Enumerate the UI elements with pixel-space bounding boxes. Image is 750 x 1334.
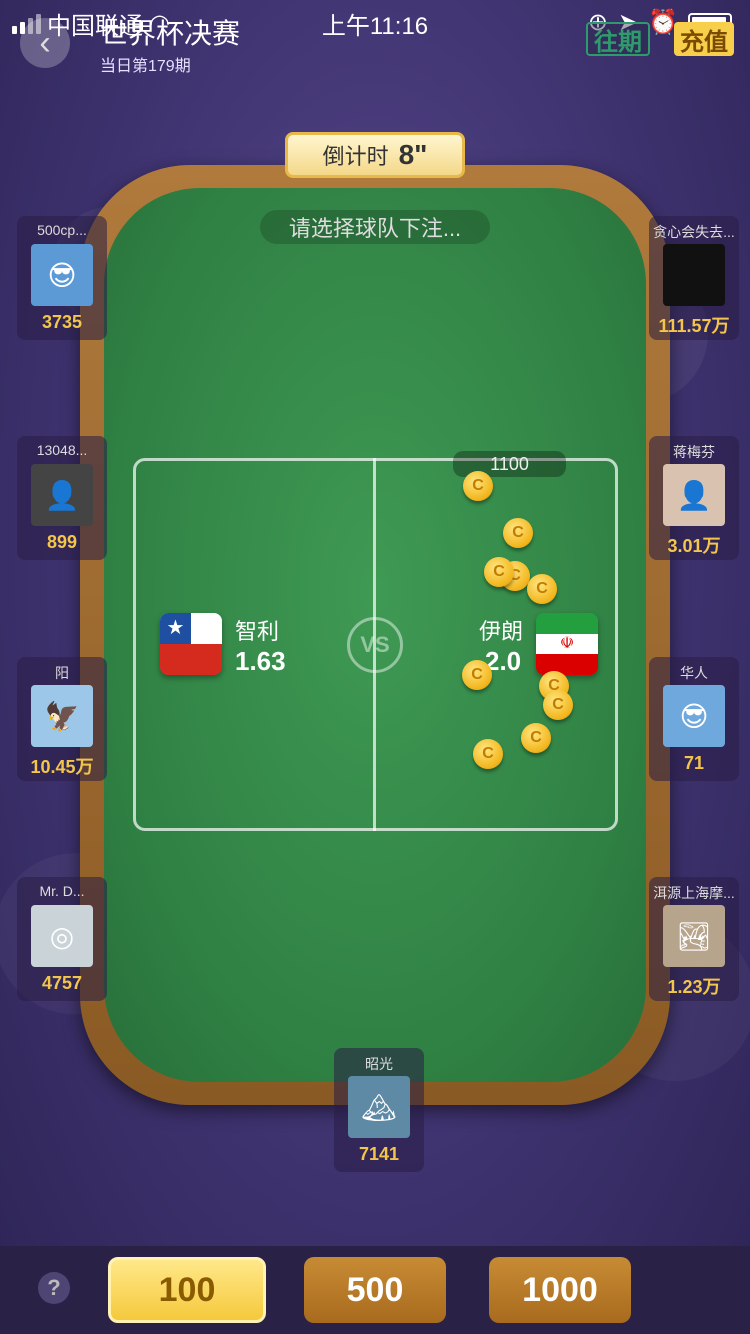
player-coins: 899 bbox=[46, 532, 78, 552]
back-button[interactable]: ‹ bbox=[20, 18, 70, 68]
recharge-button[interactable]: 充值 bbox=[674, 22, 734, 56]
player-seat[interactable]: 13048... 👤 899 bbox=[17, 436, 107, 560]
player-name: 500cp... bbox=[37, 222, 87, 238]
history-button[interactable]: 往期 bbox=[586, 22, 650, 56]
player-seat[interactable]: 华人 😎 71 bbox=[649, 657, 739, 781]
avatar: 👤 bbox=[31, 464, 93, 526]
coin-icon: C bbox=[521, 723, 551, 753]
player-coins: 4757 bbox=[41, 973, 83, 993]
player-name: Mr. D... bbox=[39, 883, 85, 899]
player-coins: 7141 bbox=[358, 1144, 400, 1164]
player-seat[interactable]: Mr. D... ◎ 4757 bbox=[17, 877, 107, 1001]
player-seat[interactable]: 洱源上海摩... 🏞 1.23万 bbox=[649, 877, 739, 1001]
player-coins: 71 bbox=[683, 753, 705, 773]
countdown-timer: 倒计时 8" bbox=[285, 132, 465, 178]
coin-icon: C bbox=[463, 471, 493, 501]
player-coins: 1.23万 bbox=[667, 977, 721, 997]
coin-icon: C bbox=[543, 690, 573, 720]
iran-flag-icon: ☫ bbox=[536, 613, 598, 675]
page-title: 世界杯决赛 bbox=[100, 18, 241, 49]
player-name: 华人 bbox=[680, 665, 708, 681]
player-coins: 3.01万 bbox=[667, 536, 721, 556]
chile-flag-icon: ★ bbox=[160, 613, 222, 675]
coin-icon: C bbox=[484, 557, 514, 587]
player-name: 贪心会失去... bbox=[653, 224, 735, 240]
player-coins: 111.57万 bbox=[658, 316, 730, 336]
countdown-label: 倒计时 bbox=[322, 144, 389, 169]
avatar: 😎 bbox=[31, 244, 93, 306]
player-name: 蒋梅芬 bbox=[673, 444, 715, 460]
player-name: 阳 bbox=[55, 665, 69, 681]
chip-100-button[interactable]: 100 bbox=[108, 1257, 266, 1323]
avatar bbox=[663, 244, 725, 306]
player-coins: 3735 bbox=[41, 312, 83, 332]
left-team-odds: 1.63 bbox=[235, 646, 286, 676]
avatar: 🏞 bbox=[663, 905, 725, 967]
countdown-value: 8" bbox=[398, 139, 428, 170]
avatar: 👤 bbox=[663, 464, 725, 526]
self-player-seat[interactable]: 昭光 🏔 7141 bbox=[334, 1048, 424, 1172]
avatar: 😎 bbox=[663, 685, 725, 747]
left-team-name: 智利 bbox=[235, 619, 280, 644]
player-seat[interactable]: 500cp... 😎 3735 bbox=[17, 216, 107, 340]
chevron-left-icon: ‹ bbox=[39, 23, 51, 62]
player-name: 13048... bbox=[36, 442, 88, 458]
coin-icon: C bbox=[462, 660, 492, 690]
help-button[interactable]: ? bbox=[38, 1272, 70, 1304]
avatar: 🦅 bbox=[31, 685, 93, 747]
player-seat[interactable]: 贪心会失去... 111.57万 bbox=[649, 216, 739, 340]
coin-icon: C bbox=[503, 518, 533, 548]
bet-prompt: 请选择球队下注... bbox=[260, 210, 490, 244]
player-name: 昭光 bbox=[365, 1056, 393, 1072]
coin-icon: C bbox=[527, 574, 557, 604]
right-team-name: 伊朗 bbox=[479, 619, 524, 644]
avatar: 🏔 bbox=[348, 1076, 410, 1138]
player-coins: 10.45万 bbox=[30, 757, 94, 777]
player-seat[interactable]: 阳 🦅 10.45万 bbox=[17, 657, 107, 781]
avatar: ◎ bbox=[31, 905, 93, 967]
player-seat[interactable]: 蒋梅芬 👤 3.01万 bbox=[649, 436, 739, 560]
period-subtitle: 当日第179期 bbox=[100, 58, 191, 75]
player-name: 洱源上海摩... bbox=[653, 885, 735, 901]
coin-icon: C bbox=[473, 739, 503, 769]
chip-1000-button[interactable]: 1000 bbox=[489, 1257, 631, 1323]
chip-500-button[interactable]: 500 bbox=[304, 1257, 446, 1323]
